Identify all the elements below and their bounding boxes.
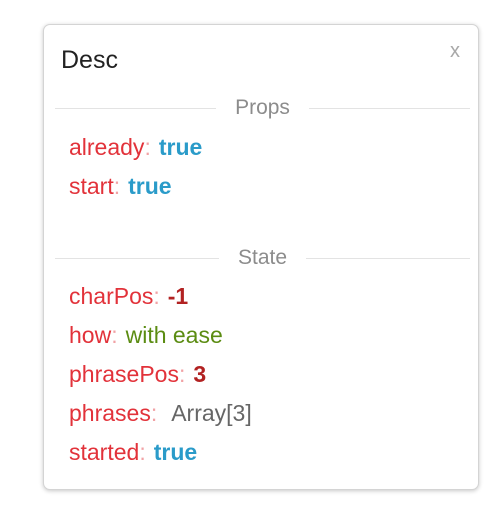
props-heading: Props (235, 96, 290, 119)
divider (306, 257, 471, 259)
component-inspector-panel: Desc x Props already: true start: true Sta… (43, 24, 479, 490)
state-list: charPos: -1 how: with ease phrasePos: 3 phr… (69, 277, 252, 472)
state-key: charPos (69, 283, 154, 309)
state-section-header: State (55, 244, 471, 272)
state-key: how (69, 322, 112, 348)
state-row-how: how: with ease (69, 322, 223, 348)
divider (308, 107, 471, 109)
state-value: with ease (125, 322, 223, 348)
state-value-expandable[interactable]: Array[3] (171, 400, 252, 426)
prop-row-already: already: true (69, 134, 203, 160)
prop-value: true (158, 134, 203, 160)
state-row-phrasepos: phrasePos: 3 (69, 361, 207, 387)
prop-key: start (69, 173, 114, 199)
divider (55, 107, 217, 109)
panel-title: Desc (61, 46, 118, 74)
state-value: true (153, 439, 198, 465)
close-icon[interactable]: x (450, 39, 460, 63)
prop-key: already (69, 134, 145, 160)
state-value: 3 (193, 361, 207, 387)
state-row-charpos: charPos: -1 (69, 283, 189, 309)
props-section-header: Props (55, 94, 471, 122)
divider (55, 257, 219, 259)
state-key: phrasePos (69, 361, 179, 387)
state-value: -1 (167, 283, 189, 309)
prop-value: true (128, 173, 172, 199)
state-key: started (69, 439, 140, 465)
state-heading: State (237, 246, 288, 269)
props-list: already: true start: true (69, 128, 202, 206)
state-row-started: started: true (69, 439, 198, 465)
state-row-phrases[interactable]: phrases: Array[3] (69, 394, 252, 433)
prop-row-start: start: true (69, 173, 172, 199)
state-key: phrases (69, 400, 151, 426)
